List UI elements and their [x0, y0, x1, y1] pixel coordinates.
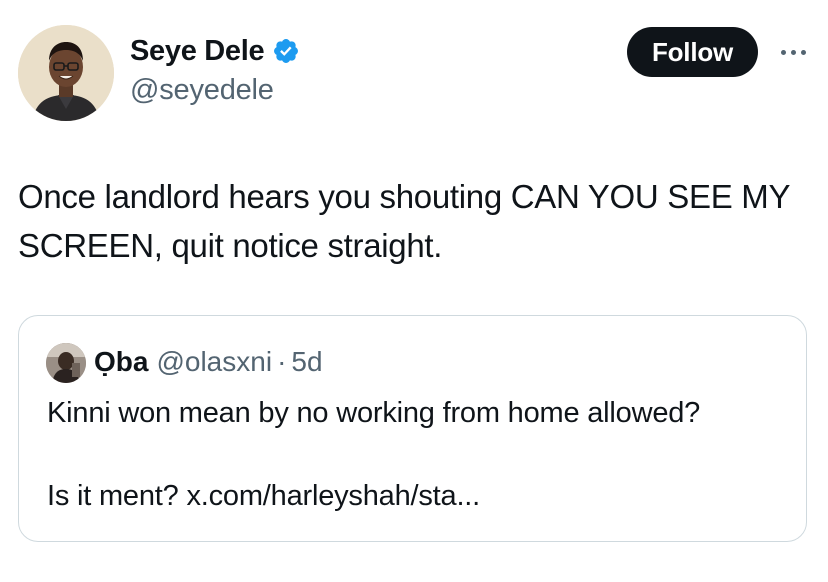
- separator-dot: ·: [277, 346, 287, 377]
- tweet-card: Seye Dele @seyedele Follow Once landlord…: [0, 0, 828, 582]
- tweet-text: Once landlord hears you shouting CAN YOU…: [18, 178, 790, 264]
- quoted-text-line-2: Is it ment? x.com/harleyshah/sta...: [47, 480, 480, 513]
- dot: [790, 49, 796, 55]
- quoted-author-avatar[interactable]: [46, 343, 86, 383]
- quoted-tweet-card[interactable]: Ọba @olasxni · 5d Kinni won mean by no w…: [18, 315, 807, 542]
- author-handle[interactable]: @seyedele: [130, 74, 274, 107]
- author-name-row: Seye Dele: [130, 33, 300, 69]
- quoted-header: Ọba @olasxni · 5d: [94, 346, 323, 378]
- verified-badge-icon[interactable]: [272, 37, 300, 65]
- author-avatar[interactable]: [18, 25, 114, 121]
- author-display-name[interactable]: Seye Dele: [130, 35, 265, 68]
- quoted-text-prefix: Is it ment?: [47, 480, 187, 512]
- quoted-timestamp[interactable]: 5d: [291, 346, 322, 378]
- dot: [780, 49, 786, 55]
- quoted-link[interactable]: x.com/harleyshah/sta...: [186, 480, 480, 512]
- quoted-author-handle[interactable]: @olasxni: [156, 346, 272, 378]
- dot: [800, 49, 806, 55]
- follow-button[interactable]: Follow: [627, 27, 758, 77]
- quoted-avatar-photo-icon: [46, 343, 86, 383]
- quoted-author-name[interactable]: Ọba: [94, 346, 148, 378]
- quoted-text-line-1: Kinni won mean by no working from home a…: [47, 397, 701, 429]
- more-options-icon[interactable]: [776, 40, 810, 64]
- avatar-photo-icon: [18, 25, 114, 121]
